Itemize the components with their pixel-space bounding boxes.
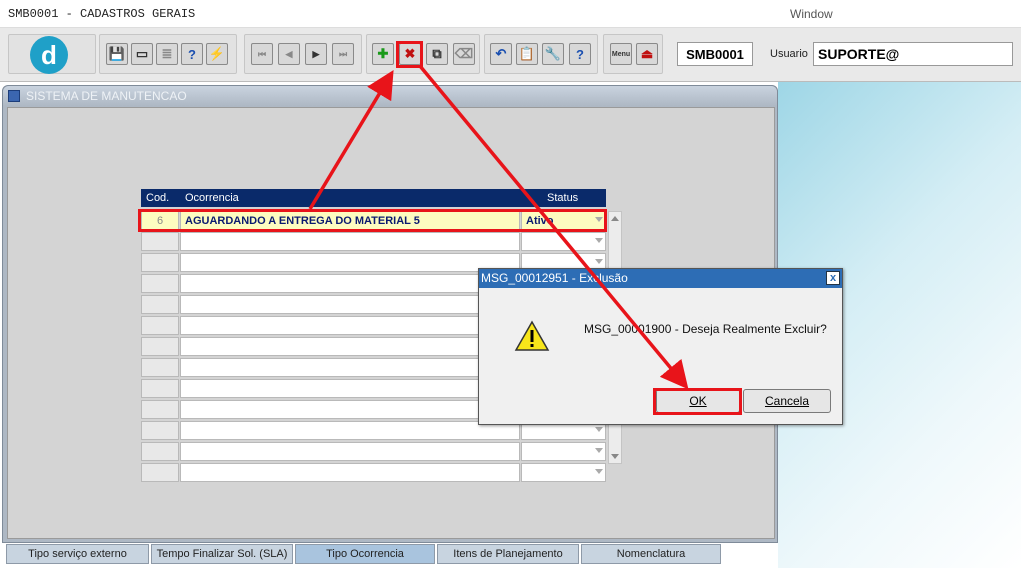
previous-record-icon[interactable]: ◀ xyxy=(278,43,300,65)
cell-status[interactable] xyxy=(521,232,606,251)
cell-ocorrencia[interactable] xyxy=(180,421,520,440)
insert-record-icon[interactable]: ✚ xyxy=(372,43,394,65)
table-row[interactable] xyxy=(141,463,606,482)
cell-ocorrencia[interactable] xyxy=(180,253,520,272)
annotation-box-selected-row xyxy=(138,209,607,232)
exit-icon[interactable]: ⏏ xyxy=(636,43,658,65)
navigation-group: ⏮ ◀ ▶ ⏭ xyxy=(244,34,362,74)
cell-ocorrencia[interactable] xyxy=(180,274,520,293)
clear-record-icon[interactable]: ⌫ xyxy=(453,43,475,65)
next-record-icon[interactable]: ▶ xyxy=(305,43,327,65)
undo-icon[interactable]: ↶ xyxy=(490,43,512,65)
dropdown-arrow-icon[interactable] xyxy=(595,448,603,453)
duplicate-record-icon[interactable]: ⧉ xyxy=(426,43,448,65)
cell-ocorrencia[interactable] xyxy=(180,295,520,314)
cell-ocorrencia[interactable] xyxy=(180,337,520,356)
cell-cod[interactable] xyxy=(141,463,179,482)
record-group: ✚ ✖ ⧉ ⌫ xyxy=(366,34,480,74)
cell-ocorrencia[interactable] xyxy=(180,358,520,377)
cell-ocorrencia[interactable] xyxy=(180,442,520,461)
copy-icon[interactable]: 📋 xyxy=(516,43,538,65)
save-icon[interactable]: 💾 xyxy=(106,43,128,65)
annotation-box-ok xyxy=(653,388,742,415)
app-title: SMB0001 - CADASTROS GERAIS xyxy=(8,7,196,21)
print-icon[interactable]: ▭ xyxy=(131,43,153,65)
cell-cod[interactable] xyxy=(141,358,179,377)
tab-tipo-servico-externo[interactable]: Tipo serviço externo xyxy=(6,544,149,564)
user-label: Usuario xyxy=(770,48,808,60)
tab-tipo-ocorrencia[interactable]: Tipo Ocorrencia xyxy=(295,544,435,564)
tab-itens-de-planejamento[interactable]: Itens de Planejamento xyxy=(437,544,579,564)
cell-ocorrencia[interactable] xyxy=(180,463,520,482)
query-icon[interactable]: ? xyxy=(181,43,203,65)
user-field[interactable]: SUPORTE@ xyxy=(813,42,1013,66)
cell-status[interactable] xyxy=(521,463,606,482)
cell-ocorrencia[interactable] xyxy=(180,316,520,335)
edit-group: ↶ 📋 🔧 ? xyxy=(484,34,598,74)
file-group: 💾 ▭ ≣ ? ⚡ xyxy=(99,34,237,74)
first-record-icon[interactable]: ⏮ xyxy=(251,43,273,65)
close-icon[interactable]: x xyxy=(826,271,840,285)
window-icon xyxy=(8,90,20,102)
company-logo: d xyxy=(30,36,68,74)
execute-query-icon[interactable]: ⚡ xyxy=(206,43,228,65)
tools-icon[interactable]: 🔧 xyxy=(542,43,564,65)
cell-cod[interactable] xyxy=(141,274,179,293)
cell-cod[interactable] xyxy=(141,421,179,440)
main-window-title: SISTEMA DE MANUTENCAO xyxy=(26,89,187,103)
cell-cod[interactable] xyxy=(141,253,179,272)
dropdown-arrow-icon[interactable] xyxy=(595,259,603,264)
cancel-button[interactable]: Cancela xyxy=(743,389,831,413)
tab-nomenclatura[interactable]: Nomenclatura xyxy=(581,544,721,564)
dropdown-arrow-icon[interactable] xyxy=(595,238,603,243)
warning-icon xyxy=(514,320,550,351)
dropdown-arrow-icon[interactable] xyxy=(595,427,603,432)
cell-cod[interactable] xyxy=(141,337,179,356)
menu-icon[interactable]: Menu xyxy=(610,43,632,65)
annotation-box-delete xyxy=(396,41,423,68)
last-record-icon[interactable]: ⏭ xyxy=(332,43,354,65)
dialog-message: MSG_00001900 - Deseja Realmente Excluir? xyxy=(584,322,827,336)
column-header-ocorrencia: Ocorrencia xyxy=(185,192,239,204)
cell-cod[interactable] xyxy=(141,400,179,419)
dropdown-arrow-icon[interactable] xyxy=(595,469,603,474)
module-code-field: SMB0001 xyxy=(677,42,753,66)
list-icon[interactable]: ≣ xyxy=(156,43,178,65)
window-menu[interactable]: Window xyxy=(790,7,833,21)
scroll-down-icon[interactable] xyxy=(611,454,619,459)
help-icon[interactable]: ? xyxy=(569,43,591,65)
cell-ocorrencia[interactable] xyxy=(180,400,520,419)
cell-ocorrencia[interactable] xyxy=(180,379,520,398)
cell-cod[interactable] xyxy=(141,379,179,398)
cell-cod[interactable] xyxy=(141,232,179,251)
column-header-cod: Cod. xyxy=(146,192,170,204)
scroll-up-icon[interactable] xyxy=(611,216,619,221)
grid-header: Cod. Ocorrencia Status xyxy=(141,189,606,207)
cell-cod[interactable] xyxy=(141,442,179,461)
table-row[interactable] xyxy=(141,442,606,461)
cell-ocorrencia[interactable] xyxy=(180,232,520,251)
column-header-status: Status xyxy=(547,192,579,204)
table-row[interactable] xyxy=(141,232,606,251)
tab-tempo-finalizar-sla[interactable]: Tempo Finalizar Sol. (SLA) xyxy=(151,544,293,564)
cell-cod[interactable] xyxy=(141,316,179,335)
menu-group: Menu ⏏ xyxy=(603,34,663,74)
dialog-title: MSG_00012951 - Exclusão xyxy=(481,271,628,285)
cell-cod[interactable] xyxy=(141,295,179,314)
cell-status[interactable] xyxy=(521,442,606,461)
